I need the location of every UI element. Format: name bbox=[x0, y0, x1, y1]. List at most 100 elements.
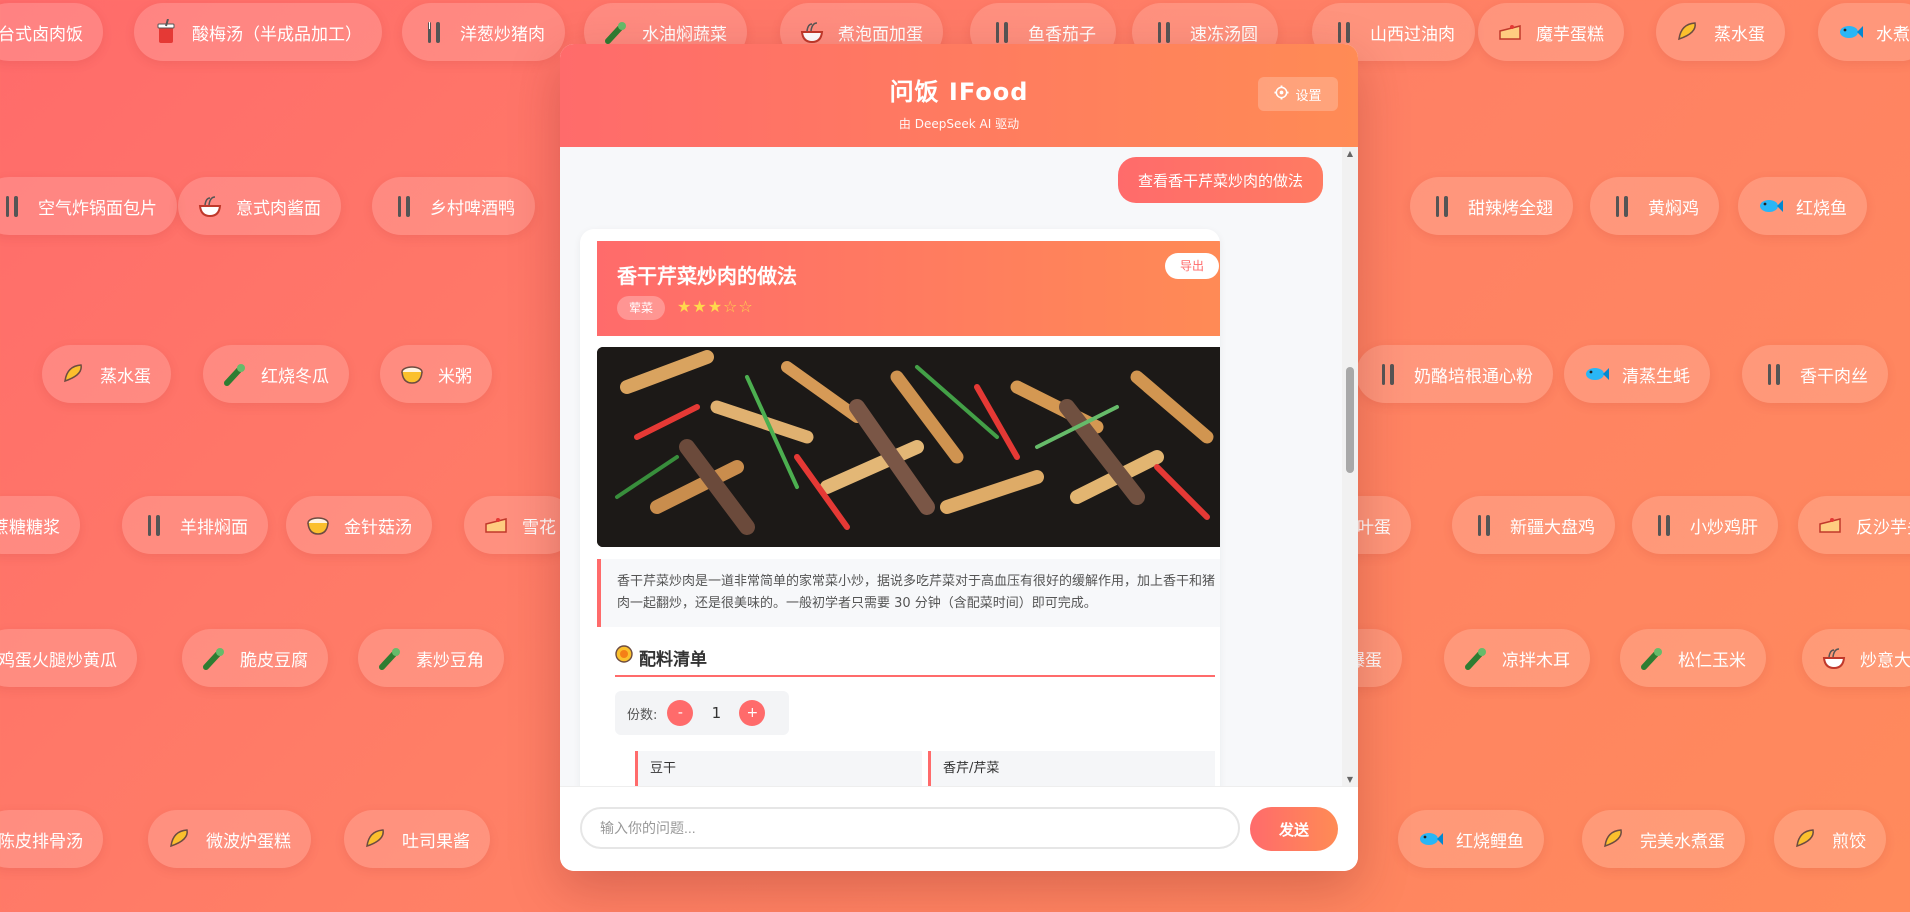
fork-knife-icon bbox=[1428, 192, 1456, 220]
cake-icon bbox=[1816, 511, 1844, 539]
chat-history[interactable]: 查看香干芹菜炒肉的做法 香干芹菜炒肉的做法 荤菜 ★★★☆☆ 导出 香干芹菜炒肉… bbox=[560, 147, 1358, 787]
input-bar: 发送 bbox=[560, 786, 1358, 871]
chip-label: 红烧冬瓜 bbox=[261, 366, 329, 387]
increase-servings-button[interactable]: + bbox=[739, 700, 766, 726]
background-chip: 魔芋蛋糕 bbox=[1478, 3, 1624, 61]
fork-knife-icon bbox=[1374, 360, 1402, 388]
background-chip: 蒸水蛋 bbox=[42, 345, 171, 403]
background-chip: 金针菇汤 bbox=[286, 496, 432, 554]
app-subtitle: 由 DeepSeek AI 驱动 bbox=[898, 117, 1020, 131]
app-title: 问饭 IFood bbox=[889, 78, 1029, 106]
fork-knife-icon bbox=[1760, 360, 1788, 388]
taco-icon bbox=[362, 825, 390, 853]
chip-label: 水油焖蔬菜 bbox=[642, 24, 727, 45]
category-tag: 荤菜 bbox=[617, 296, 666, 320]
chat-window: 问饭 IFood 由 DeepSeek AI 驱动 设置 查看香干芹菜炒肉的做法… bbox=[560, 44, 1358, 871]
background-chip: 陈皮排骨汤 bbox=[0, 810, 103, 868]
chip-label: 奶酪培根通心粉 bbox=[1414, 366, 1533, 387]
vegetable-icon bbox=[221, 360, 249, 388]
background-chip: 台式卤肉饭 bbox=[0, 3, 103, 61]
scroll-down-arrow-icon[interactable]: ▼ bbox=[1342, 773, 1358, 787]
background-chip: 清蒸生蚝 bbox=[1564, 345, 1710, 403]
recipe-card: 香干芹菜炒肉的做法 荤菜 ★★★☆☆ 导出 香干芹菜炒肉是一道非常简单的家常菜小… bbox=[580, 229, 1220, 787]
cake-icon bbox=[1496, 18, 1524, 46]
chip-label: 红烧鱼 bbox=[1796, 198, 1847, 219]
taco-icon bbox=[1792, 825, 1820, 853]
chip-label: 蒸水蛋 bbox=[1714, 24, 1765, 45]
chip-label: 羊排焖面 bbox=[180, 517, 248, 538]
taco-icon bbox=[60, 360, 88, 388]
fork-knife-icon bbox=[1608, 192, 1636, 220]
chip-label: 蒸水蛋 bbox=[100, 366, 151, 387]
fish-icon bbox=[1582, 360, 1610, 388]
rice-bowl-icon bbox=[398, 360, 426, 388]
chip-label: 空气炸锅面包片 bbox=[38, 198, 157, 219]
background-chip: 炒意大 bbox=[1802, 629, 1910, 687]
chip-label: 新疆大盘鸡 bbox=[1510, 517, 1595, 538]
taco-icon bbox=[1674, 18, 1702, 46]
recipe-title: 香干芹菜炒肉的做法 bbox=[617, 264, 797, 288]
chip-label: 蔗糖糖浆 bbox=[0, 517, 60, 538]
noodle-bowl-icon bbox=[196, 192, 224, 220]
gear-icon bbox=[1274, 84, 1290, 104]
chip-label: 陈皮排骨汤 bbox=[0, 831, 83, 852]
fork-knife-icon bbox=[988, 18, 1016, 46]
fork-knife-icon bbox=[0, 192, 26, 220]
chip-label: 小炒鸡肝 bbox=[1690, 517, 1758, 538]
background-chip: 红烧冬瓜 bbox=[203, 345, 349, 403]
scroll-up-arrow-icon[interactable]: ▲ bbox=[1342, 147, 1358, 161]
noodle-bowl-icon bbox=[1820, 644, 1848, 672]
taco-icon bbox=[166, 825, 194, 853]
chip-label: 洋葱炒猪肉 bbox=[460, 24, 545, 45]
background-chip: 素炒豆角 bbox=[358, 629, 504, 687]
chip-label: 吐司果酱 bbox=[402, 831, 470, 852]
background-chip: 吐司果酱 bbox=[344, 810, 490, 868]
background-chip: 甜辣烤全翅 bbox=[1410, 177, 1573, 235]
export-button[interactable]: 导出 bbox=[1165, 253, 1219, 279]
background-chip: 米粥 bbox=[380, 345, 492, 403]
background-chip: 红烧鲤鱼 bbox=[1398, 810, 1544, 868]
question-input[interactable] bbox=[580, 807, 1240, 849]
chip-label: 煎饺 bbox=[1832, 831, 1866, 852]
ingredient-item: 香芹/芹菜 bbox=[928, 751, 1215, 787]
drink-cup-icon bbox=[152, 18, 180, 46]
difficulty-stars: ★★★☆☆ bbox=[677, 297, 754, 316]
ingredient-item: 豆干 bbox=[635, 751, 922, 787]
chip-label: 完美水煮蛋 bbox=[1640, 831, 1725, 852]
vegetable-icon bbox=[200, 644, 228, 672]
background-chip: 洋葱炒猪肉 bbox=[402, 3, 565, 61]
chip-label: 甜辣烤全翅 bbox=[1468, 198, 1553, 219]
scrollbar-thumb[interactable] bbox=[1346, 367, 1354, 473]
chip-label: 凉拌木耳 bbox=[1502, 650, 1570, 671]
fork-knife-icon bbox=[140, 511, 168, 539]
decrease-servings-button[interactable]: - bbox=[667, 700, 694, 726]
background-chip: 完美水煮蛋 bbox=[1582, 810, 1745, 868]
ingredients-icon bbox=[615, 645, 633, 668]
background-chip: 松仁玉米 bbox=[1620, 629, 1766, 687]
background-chip: 黄焖鸡 bbox=[1590, 177, 1719, 235]
rice-bowl-icon bbox=[304, 511, 332, 539]
send-button[interactable]: 发送 bbox=[1250, 807, 1338, 851]
background-chip: 煎饺 bbox=[1774, 810, 1886, 868]
chip-label: 乡村啤酒鸭 bbox=[430, 198, 515, 219]
ingredients-title: 配料清单 bbox=[639, 650, 707, 670]
fork-knife-icon bbox=[1470, 511, 1498, 539]
noodle-bowl-icon bbox=[798, 18, 826, 46]
chip-label: 清蒸生蚝 bbox=[1622, 366, 1690, 387]
chip-label: 速冻汤圆 bbox=[1190, 24, 1258, 45]
chip-label: 红烧鲤鱼 bbox=[1456, 831, 1524, 852]
chip-label: 鸡蛋火腿炒黄瓜 bbox=[0, 650, 117, 671]
chip-label: 松仁玉米 bbox=[1678, 650, 1746, 671]
background-chip: 空气炸锅面包片 bbox=[0, 177, 177, 235]
background-chip: 小炒鸡肝 bbox=[1632, 496, 1778, 554]
background-chip: 奶酪培根通心粉 bbox=[1356, 345, 1553, 403]
background-chip: 水煮 bbox=[1818, 3, 1910, 61]
fork-knife-icon bbox=[1150, 18, 1178, 46]
vegetable-icon bbox=[1462, 644, 1490, 672]
settings-button[interactable]: 设置 bbox=[1258, 77, 1338, 111]
chip-label: 山西过油肉 bbox=[1370, 24, 1455, 45]
chat-scrollbar[interactable]: ▲ ▼ bbox=[1342, 147, 1358, 787]
chip-label: 微波炉蛋糕 bbox=[206, 831, 291, 852]
fish-icon bbox=[1756, 192, 1784, 220]
fork-knife-icon bbox=[1330, 18, 1358, 46]
